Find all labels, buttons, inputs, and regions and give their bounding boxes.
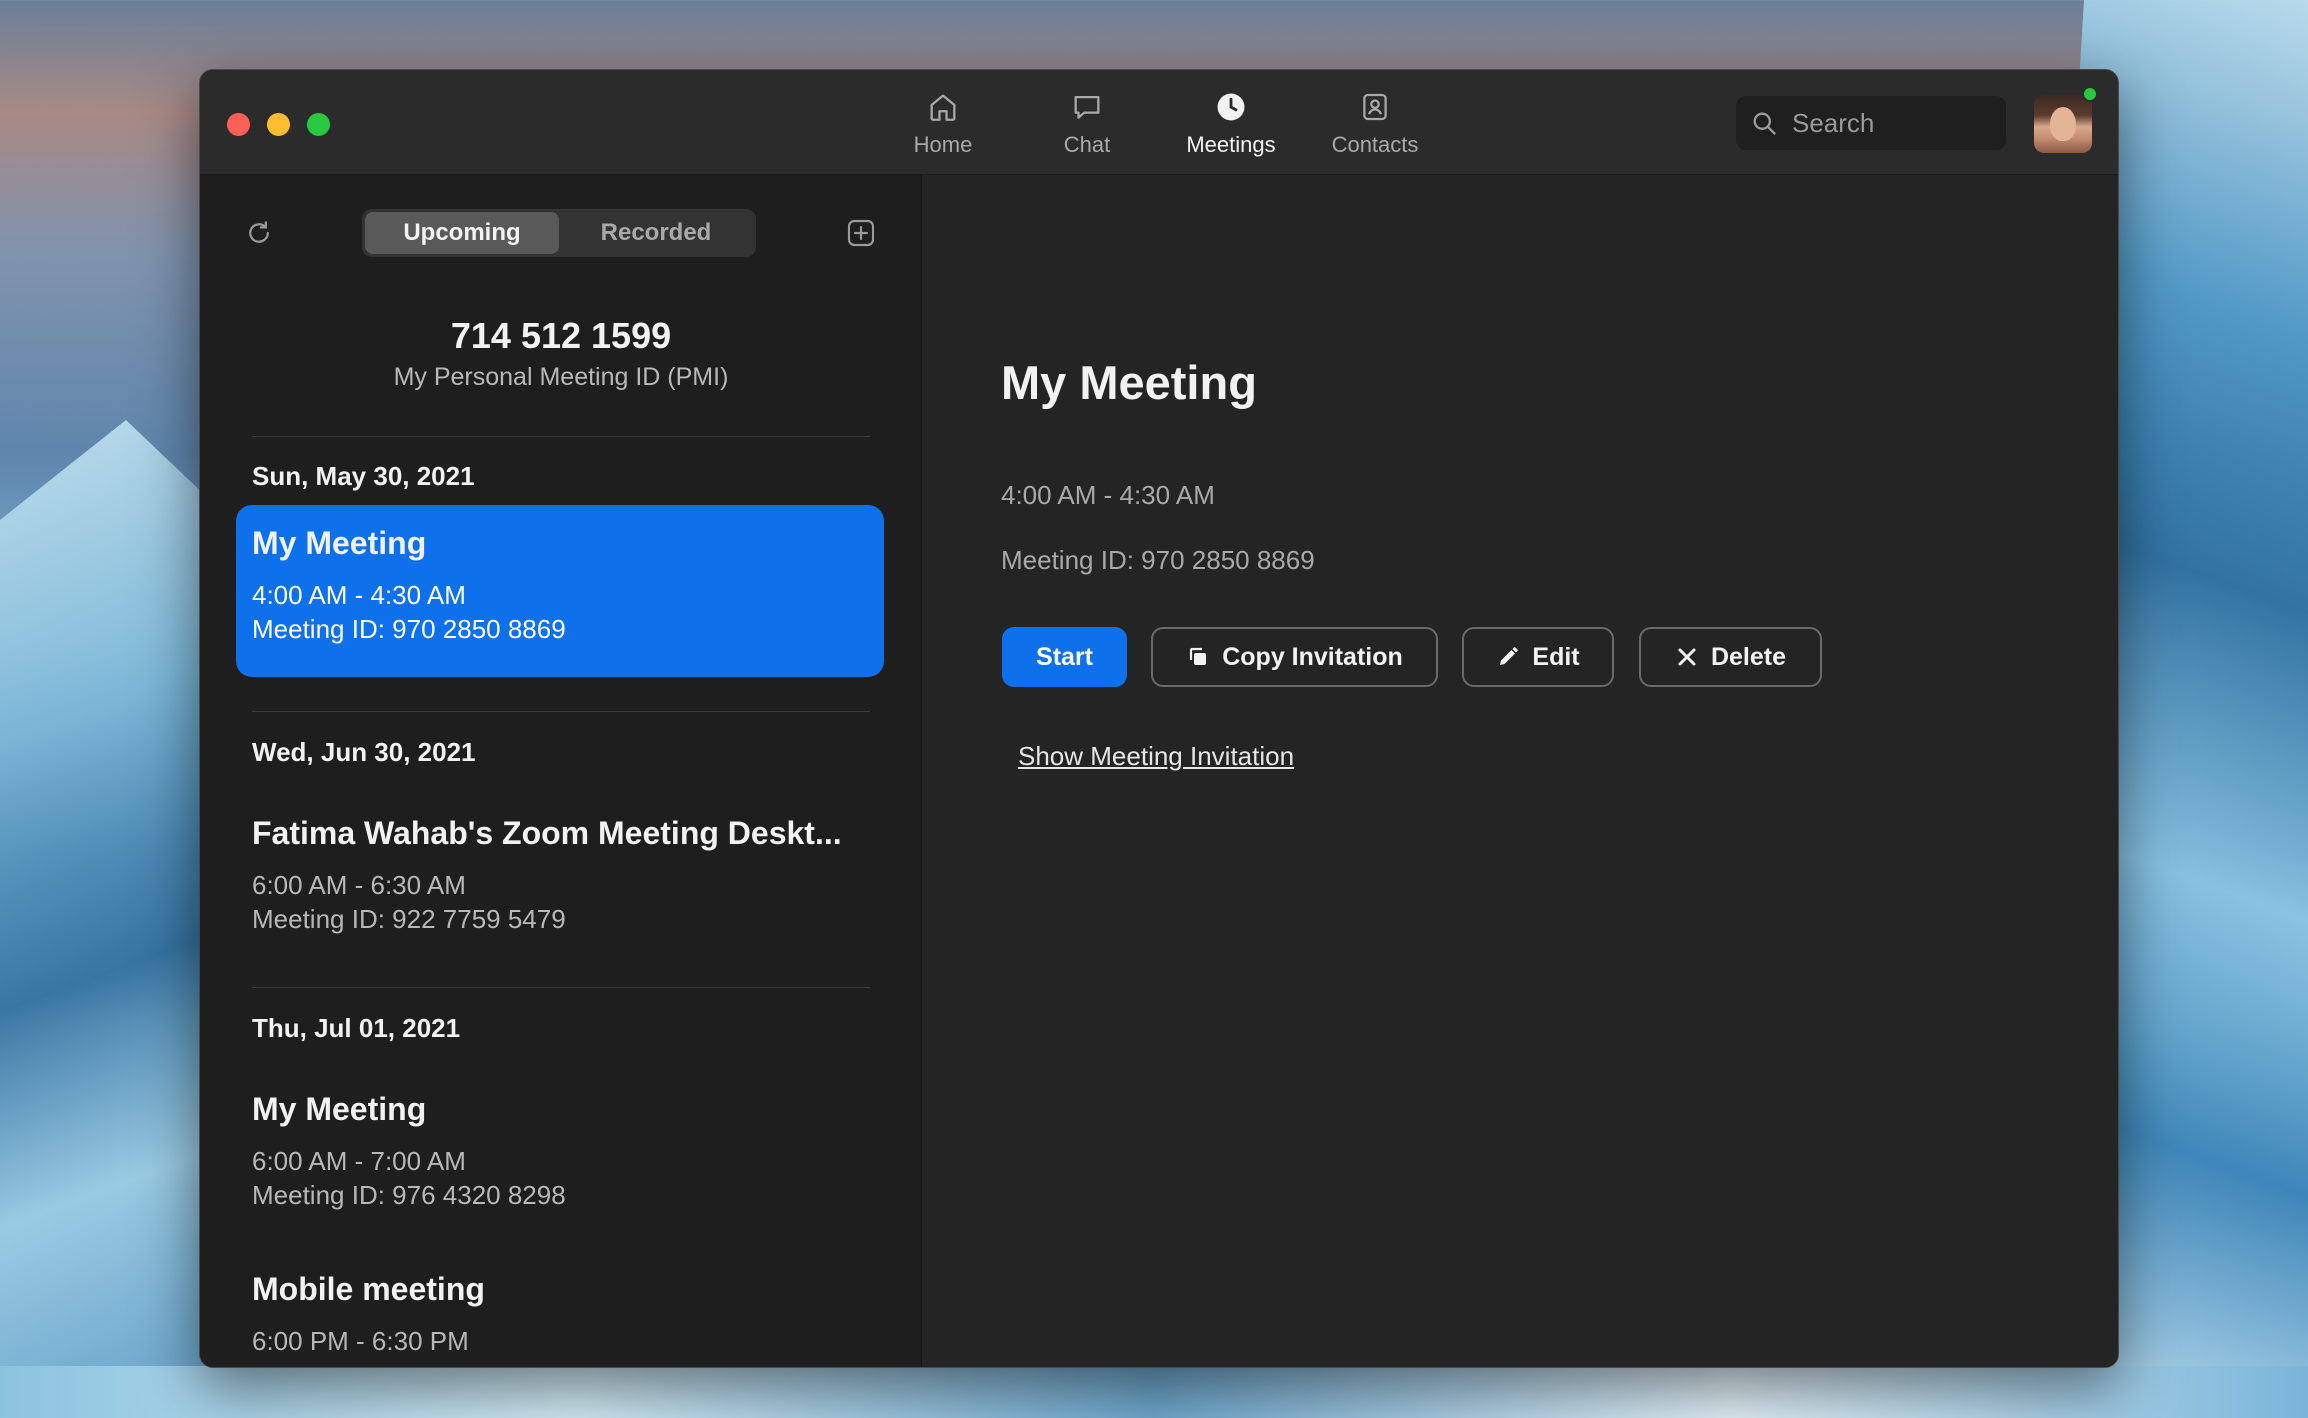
meeting-detail-pane: My Meeting 4:00 AM - 4:30 AM Meeting ID:… [922, 175, 2118, 1367]
home-icon [930, 94, 956, 121]
pmi-number[interactable]: 714 512 1599 [200, 315, 921, 357]
date-header: Thu, Jul 01, 2021 [252, 1013, 461, 1043]
tab-recorded[interactable]: Recorded [559, 212, 753, 254]
meeting-list-item[interactable]: Mobile meeting 6:00 PM - 6:30 PM [236, 1271, 884, 1358]
delete-button[interactable]: Delete [1639, 627, 1822, 687]
search-icon [1753, 112, 1776, 135]
divider [252, 436, 870, 437]
meetings-sidebar: Upcoming Recorded 714 512 1599 My Person… [200, 175, 922, 1367]
meeting-title: Mobile meeting [252, 1271, 485, 1307]
tab-contacts[interactable]: Contacts [1305, 90, 1445, 170]
detail-meeting-id: Meeting ID: 970 2850 8869 [1001, 545, 1315, 575]
meeting-id: Meeting ID: 922 7759 5479 [252, 904, 566, 934]
edit-button[interactable]: Edit [1462, 627, 1614, 687]
pmi-label: My Personal Meeting ID (PMI) [393, 363, 729, 391]
copy-icon [1190, 647, 1207, 665]
meeting-time: 6:00 PM - 6:30 PM [252, 1326, 469, 1356]
tab-contacts-label: Contacts [1331, 132, 1419, 157]
avatar-face [2050, 107, 2076, 141]
add-meeting-icon[interactable] [845, 217, 877, 249]
detail-title: My Meeting [1001, 356, 1257, 409]
copy-invitation-label: Copy Invitation [1222, 642, 1403, 671]
meeting-list-item[interactable]: My Meeting 6:00 AM - 7:00 AM Meeting ID:… [236, 1091, 884, 1212]
meeting-time: 6:00 AM - 6:30 AM [252, 870, 466, 900]
refresh-icon[interactable] [244, 218, 274, 248]
meeting-title: My Meeting [252, 1091, 427, 1127]
tab-chat[interactable]: Chat [1017, 90, 1157, 170]
edit-label: Edit [1532, 642, 1580, 671]
meetings-segmented-control: Upcoming Recorded [362, 209, 756, 257]
tab-chat-label: Chat [1063, 132, 1111, 157]
pencil-icon [1500, 647, 1519, 665]
start-button[interactable]: Start [1002, 627, 1127, 687]
start-button-label: Start [1036, 642, 1093, 671]
close-icon [1678, 648, 1696, 666]
search-input[interactable]: Search [1736, 96, 2006, 150]
tab-meetings-label: Meetings [1186, 132, 1276, 157]
search-placeholder: Search [1792, 107, 1875, 138]
date-header: Sun, May 30, 2021 [252, 461, 475, 491]
contacts-icon [1363, 93, 1387, 121]
meeting-id: Meeting ID: 970 2850 8869 [252, 614, 566, 644]
divider [252, 987, 870, 988]
presence-indicator [2082, 86, 2098, 102]
date-header: Wed, Jun 30, 2021 [252, 737, 476, 767]
show-meeting-invitation-link[interactable]: Show Meeting Invitation [1018, 741, 1294, 772]
chat-icon [1074, 95, 1100, 119]
desktop-wallpaper-bottom [0, 1366, 2308, 1418]
tab-upcoming[interactable]: Upcoming [365, 212, 559, 254]
detail-time: 4:00 AM - 4:30 AM [1001, 480, 1215, 510]
tab-home-label: Home [913, 132, 973, 157]
avatar[interactable] [2034, 95, 2092, 153]
tab-home[interactable]: Home [873, 90, 1013, 170]
meeting-title: Fatima Wahab's Zoom Meeting Deskt... [252, 815, 842, 851]
titlebar: Home Chat Meetings Contacts Search [200, 70, 2118, 175]
meeting-time: 6:00 AM - 7:00 AM [252, 1146, 466, 1176]
desktop-wallpaper-left [0, 420, 210, 1418]
delete-label: Delete [1710, 642, 1787, 671]
meeting-id: Meeting ID: 976 4320 8298 [252, 1180, 566, 1210]
clock-icon [1217, 93, 1245, 121]
zoom-window: Home Chat Meetings Contacts Search Upcom… [199, 69, 2119, 1368]
copy-invitation-button[interactable]: Copy Invitation [1151, 627, 1438, 687]
meeting-list-item[interactable]: Fatima Wahab's Zoom Meeting Deskt... 6:0… [236, 815, 884, 936]
meeting-time: 4:00 AM - 4:30 AM [252, 580, 466, 610]
tab-meetings[interactable]: Meetings [1161, 90, 1301, 170]
divider [252, 711, 870, 712]
meeting-title: My Meeting [252, 525, 427, 561]
meeting-list-item[interactable]: My Meeting 4:00 AM - 4:30 AM Meeting ID:… [236, 505, 884, 677]
